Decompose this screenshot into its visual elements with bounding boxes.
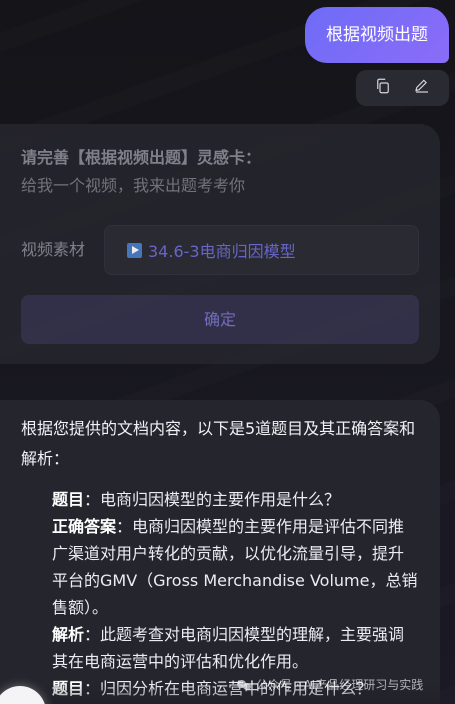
wechat-icon: [237, 679, 252, 691]
video-file-icon: [127, 242, 142, 258]
video-material-select[interactable]: 34.6-3电商归因模型: [104, 225, 419, 275]
edit-button[interactable]: [410, 76, 434, 100]
message-actions: [356, 70, 449, 106]
chat-page: 根据视频出题 请完善【根据视频出题】灵感卡： 给我一个视频，我来出题考考你 视频…: [0, 0, 455, 704]
card-subtitle: 给我一个视频，我来出题考考你: [21, 176, 246, 195]
source-watermark: 公众号 · AI产品经理研习与实践: [237, 676, 423, 693]
list-item: 正确答案：电商归因模型的主要作用是评估不同推广渠道对用户转化的贡献，以优化流量引…: [52, 513, 419, 621]
copy-icon: [374, 77, 392, 99]
answer-label: 正确答案: [52, 517, 117, 536]
question-text: ：电商归因模型的主要作用是什么？: [84, 490, 341, 509]
edit-icon: [413, 77, 431, 99]
list-item: 题目：电商归因模型的主要作用是什么？: [52, 486, 419, 513]
confirm-button[interactable]: 确定: [21, 295, 419, 344]
card-title: 请完善【根据视频出题】灵感卡：: [21, 148, 262, 167]
explanation-label: 解析: [52, 625, 85, 644]
copy-button[interactable]: [371, 76, 395, 100]
answer-intro: 根据您提供的文档内容，以下是5道题目及其正确答案和解析：: [21, 419, 416, 468]
video-file-name: 34.6-3电商归因模型: [148, 242, 296, 261]
video-material-field: 视频素材 34.6-3电商归因模型: [21, 225, 419, 275]
user-message-bubble: 根据视频出题: [305, 7, 449, 63]
video-material-label: 视频素材: [21, 240, 86, 259]
question-label: 题目: [52, 490, 85, 509]
list-item: 解析：此题考查对电商归因模型的理解，主要强调其在电商运营中的评估和优化作用。: [52, 621, 419, 675]
explanation-text: ：此题考查对电商归因模型的理解，主要强调其在电商运营中的评估和优化作用。: [52, 625, 405, 671]
source-watermark-text: 公众号 · AI产品经理研习与实践: [256, 678, 424, 692]
question-list: 题目：电商归因模型的主要作用是什么？ 正确答案：电商归因模型的主要作用是评估不同…: [21, 486, 419, 702]
inspiration-card: 请完善【根据视频出题】灵感卡： 给我一个视频，我来出题考考你 视频素材 34.6…: [0, 124, 440, 364]
assistant-answer: 根据您提供的文档内容，以下是5道题目及其正确答案和解析： 题目：电商归因模型的主…: [0, 400, 440, 704]
